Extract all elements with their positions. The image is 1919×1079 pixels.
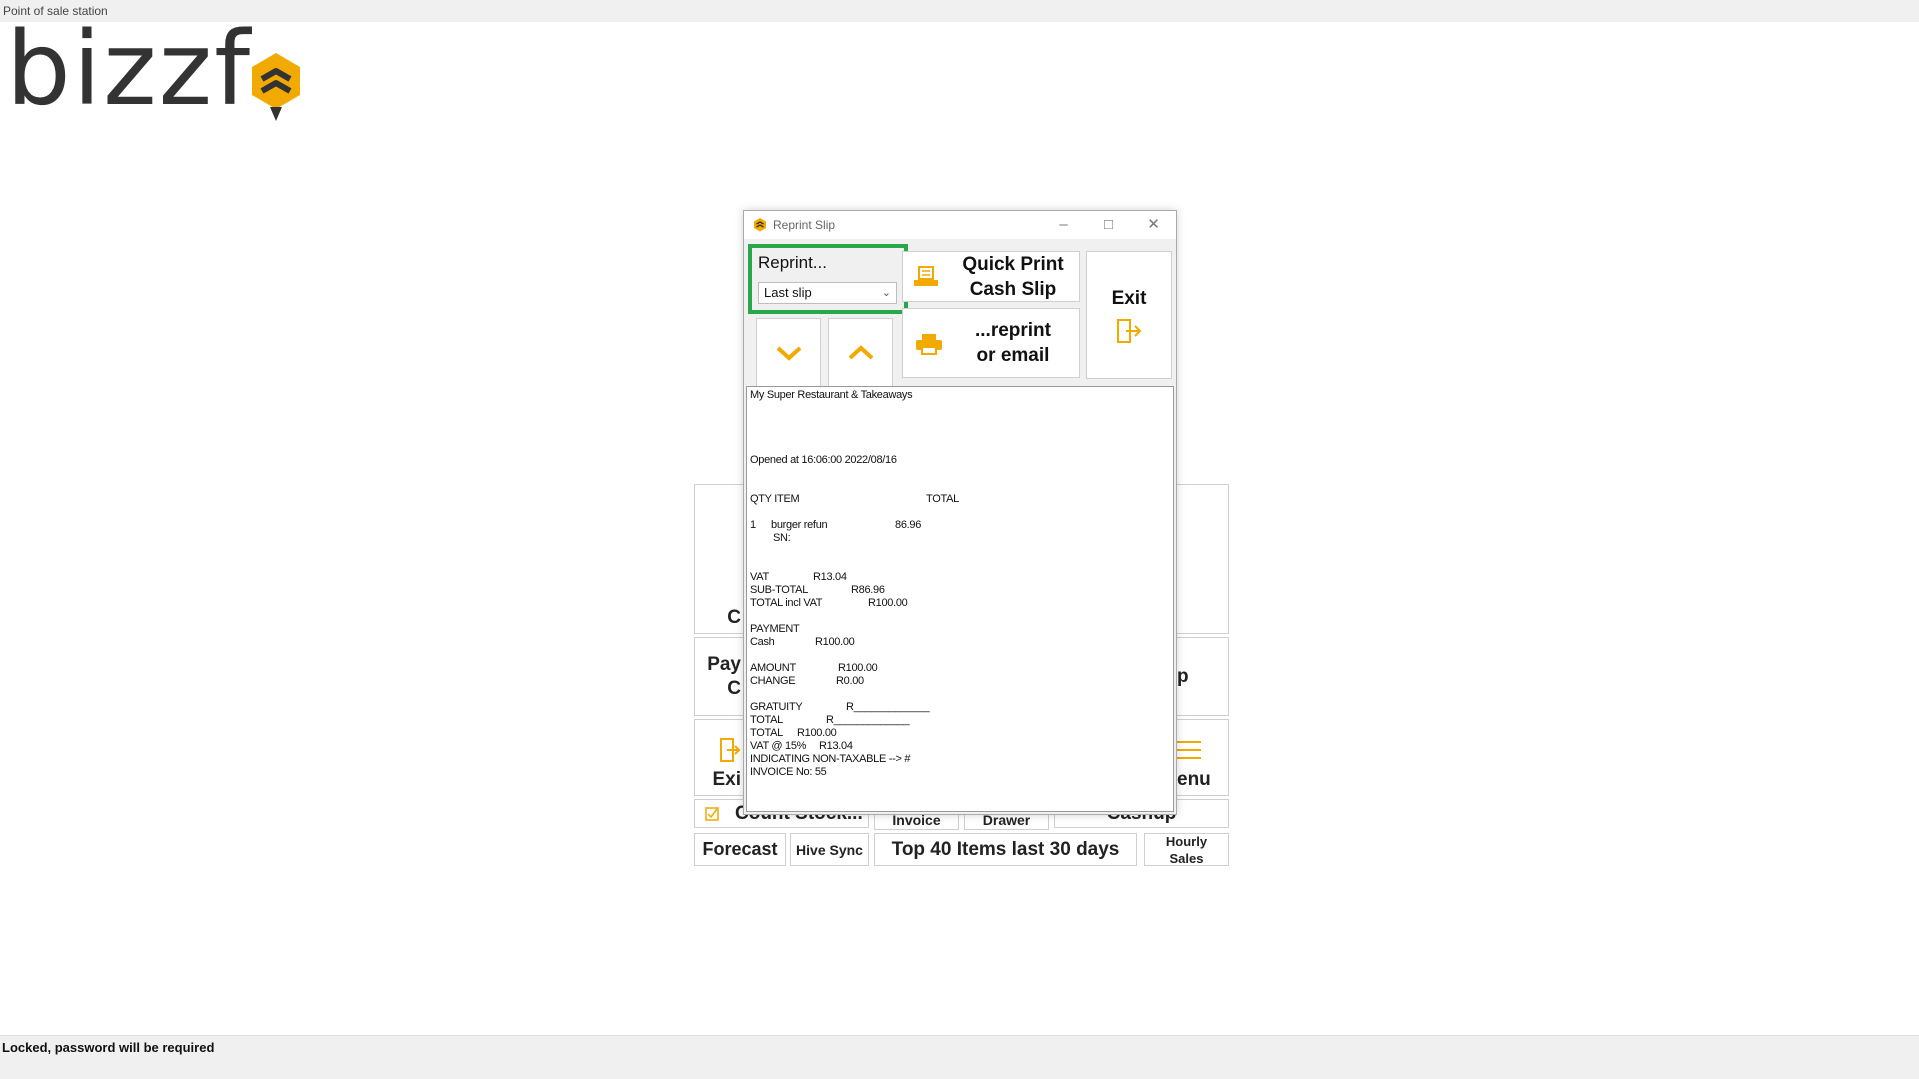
scroll-down-button[interactable] <box>756 318 821 388</box>
reprint-dropdown-value: Last slip <box>764 285 812 300</box>
exit-label: Exit <box>1111 287 1147 309</box>
slip-payment-label: PAYMENT <box>750 623 800 635</box>
slip-restaurant-name: My Super Restaurant & Takeaways <box>750 389 913 401</box>
slip-cash-label: Cash <box>750 636 775 648</box>
slip-subtotal-label: SUB-TOTAL <box>750 584 809 596</box>
exit-button[interactable]: Exit <box>1086 251 1172 379</box>
slip-subtotal-value: R86.96 <box>851 584 885 596</box>
bottom-strip <box>0 1059 1919 1079</box>
slip-amount-label: AMOUNT <box>750 662 796 674</box>
dialog-title-bar: Reprint Slip – □ ✕ <box>744 211 1176 239</box>
menu-button-pay[interactable]: Pay C <box>694 637 744 716</box>
scroll-up-button[interactable] <box>828 318 893 388</box>
reprint-or-email-button[interactable]: ...reprint or email <box>902 308 1080 378</box>
maximize-icon[interactable]: □ <box>1086 211 1131 239</box>
receipt-printer-icon <box>914 266 938 286</box>
slip-total-incl-value: R100.00 <box>868 597 908 609</box>
slip-item-total: 86.96 <box>895 519 922 531</box>
slip-sn: SN: <box>773 532 791 544</box>
dialog-title: Reprint Slip <box>773 218 836 232</box>
forecast-button[interactable]: Forecast <box>694 833 786 866</box>
quick-print-label-2: Cash Slip <box>969 278 1057 300</box>
reprint-label: Reprint... <box>758 253 827 272</box>
slip-opened-at: Opened at 16:06:00 2022/08/16 <box>750 454 897 466</box>
slip-vat15-value: R13.04 <box>819 740 853 752</box>
slip-non-taxable: INDICATING NON-TAXABLE --> # <box>750 753 911 765</box>
slip-col-total: TOTAL <box>926 493 959 505</box>
logo-text: bizzf <box>6 10 253 129</box>
chevron-down-icon <box>776 346 801 361</box>
menu-button-p[interactable]: p <box>1176 637 1229 716</box>
status-bar: Locked, password will be required <box>0 1035 1919 1059</box>
hive-sync-button[interactable]: Hive Sync <box>790 833 869 866</box>
slip-invoice-no: INVOICE No: 55 <box>750 766 827 778</box>
minimize-icon[interactable]: – <box>1041 211 1086 239</box>
slip-total3-value: R100.00 <box>797 727 837 739</box>
quick-print-label-1: Quick Print <box>962 253 1064 275</box>
reprint-slip-dialog: Reprint Slip – □ ✕ Reprint... Last slip … <box>743 210 1177 815</box>
printer-icon <box>916 334 942 355</box>
exit-door-icon <box>1117 318 1142 343</box>
slip-vat-label: VAT <box>750 571 769 583</box>
reprint-dropdown[interactable]: Last slip ⌄ <box>758 282 897 304</box>
chevron-down-icon: ⌄ <box>881 287 891 299</box>
slip-total2-value: R_____________ <box>826 714 910 726</box>
reprint-selector-group: Reprint... Last slip ⌄ <box>748 244 908 314</box>
slip-vat-value: R13.04 <box>813 571 847 583</box>
menu-icon <box>1177 741 1201 759</box>
bee-logo-icon <box>252 53 301 121</box>
slip-item-qty: 1 <box>750 519 756 531</box>
slip-total3-label: TOTAL <box>750 727 783 739</box>
slip-item-name: burger refun <box>771 519 828 531</box>
slip-vat15-label: VAT @ 15% <box>750 740 807 752</box>
checkbox-icon <box>705 806 719 821</box>
menu-button-exit[interactable]: Exi <box>694 719 744 796</box>
chevron-up-icon <box>848 345 873 360</box>
slip-gratuity-label: GRATUITY <box>750 701 803 713</box>
slip-change-label: CHANGE <box>750 675 796 687</box>
bee-app-icon <box>754 218 766 232</box>
exit-icon <box>720 738 741 762</box>
slip-preview: My Super Restaurant & Takeaways Opened a… <box>746 386 1174 812</box>
window-title: Point of sale station <box>0 0 1919 22</box>
reprint-email-label-2: or email <box>976 345 1050 366</box>
slip-total2-label: TOTAL <box>750 714 783 726</box>
menu-button-menu[interactable]: enu <box>1176 719 1229 796</box>
slip-gratuity-value: R_____________ <box>846 701 930 713</box>
close-icon[interactable]: ✕ <box>1131 211 1176 239</box>
slip-total-incl-label: TOTAL incl VAT <box>750 597 823 609</box>
slip-change-value: R0.00 <box>836 675 864 687</box>
slip-amount-value: R100.00 <box>838 662 878 674</box>
quick-print-cash-slip-button[interactable]: Quick Print Cash Slip <box>902 251 1080 302</box>
slip-col-qty-item: QTY ITEM <box>750 493 800 505</box>
slip-cash-value: R100.00 <box>815 636 855 648</box>
bizzfo-logo: bizzf <box>6 10 304 129</box>
reprint-email-label-1: ...reprint <box>974 320 1051 341</box>
top-40-items-button[interactable]: Top 40 Items last 30 days <box>874 833 1137 866</box>
hourly-sales-button[interactable]: Hourly Sales <box>1144 833 1229 866</box>
menu-button-c[interactable]: C <box>694 484 744 634</box>
